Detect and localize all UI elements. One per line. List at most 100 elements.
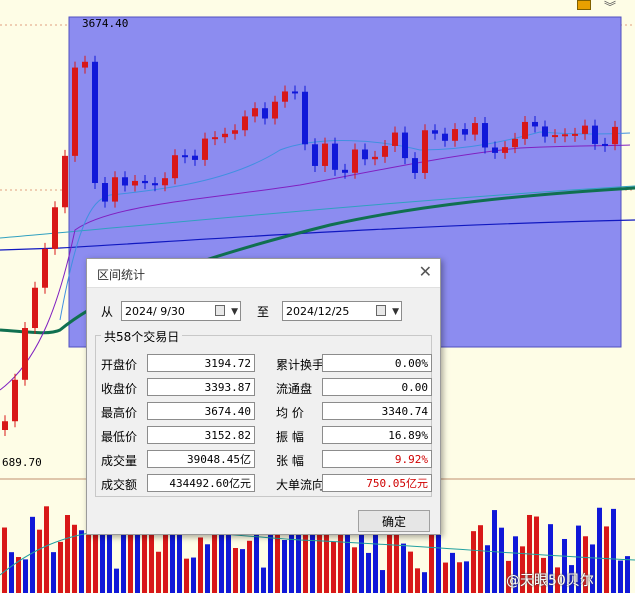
volume-bar [604, 526, 609, 593]
volume-bar [457, 562, 462, 593]
volume-bar [415, 568, 420, 593]
volume-bar [422, 572, 427, 593]
volume-bar [338, 531, 343, 593]
volume-bar [156, 551, 161, 593]
from-date-picker[interactable]: 2024/ 9/30 ▼ [121, 301, 241, 321]
volume-bar [611, 508, 616, 593]
stat-value-right: 16.89% [322, 426, 432, 444]
watermark: @天眼50贝尔 [506, 573, 594, 589]
volume-bar [408, 551, 413, 593]
stat-label-right: 振 幅 [276, 430, 304, 444]
stat-label-right: 均 价 [276, 406, 304, 420]
from-date-value: 2024/ 9/30 [125, 305, 185, 318]
candle-body [172, 155, 178, 179]
volume-bar [597, 507, 602, 593]
candle-body [302, 91, 308, 145]
candle-body [552, 135, 558, 138]
volume-bar [450, 552, 455, 593]
candle-body [402, 132, 408, 159]
candle-body [412, 158, 418, 173]
volume-bar [485, 545, 490, 593]
volume-bar [212, 525, 217, 593]
volume-bar [275, 525, 280, 593]
candle-body [532, 121, 538, 127]
volume-bar [429, 528, 434, 593]
candle-body [42, 248, 48, 288]
ok-button[interactable]: 确定 [358, 510, 430, 532]
stat-value-left: 3393.87 [147, 378, 255, 396]
candle-body [252, 108, 258, 117]
candle-body [382, 145, 388, 157]
stat-value-left: 39048.45亿 [147, 450, 255, 468]
candle-body [112, 177, 118, 202]
toolbar-icon[interactable] [577, 0, 591, 10]
candle-body [282, 91, 288, 102]
stat-value-right: 9.92% [322, 450, 432, 468]
collapse-chevron-icon[interactable]: ︾ [604, 0, 616, 15]
candle-body [242, 116, 248, 131]
candle-body [292, 91, 298, 94]
calendar-icon[interactable] [376, 305, 386, 316]
dropdown-arrow-icon[interactable]: ▼ [392, 302, 399, 322]
volume-bar [51, 552, 56, 593]
candle-body [432, 130, 438, 134]
volume-bar [380, 570, 385, 593]
dialog-title: 区间统计 [97, 268, 146, 282]
candle-body [52, 207, 58, 249]
stat-value-right: 0.00% [322, 354, 432, 372]
candle-body [72, 67, 78, 156]
volume-bar [233, 548, 238, 593]
to-date-picker[interactable]: 2024/12/25 ▼ [282, 301, 402, 321]
candle-body [192, 155, 198, 160]
volume-bar [289, 532, 294, 593]
candle-body [232, 130, 238, 134]
close-icon[interactable]: ✕ [419, 262, 432, 281]
volume-bar [149, 530, 154, 593]
stat-label-left: 最低价 [101, 430, 138, 444]
volume-bar [79, 530, 84, 593]
stat-value-left: 3674.40 [147, 402, 255, 420]
candle-body [472, 123, 478, 135]
candle-body [592, 125, 598, 144]
calendar-icon[interactable] [215, 305, 225, 316]
volume-bar [184, 558, 189, 593]
candle-body [152, 183, 158, 186]
stat-label-left: 开盘价 [101, 358, 138, 372]
candle-body [132, 180, 138, 186]
volume-bar [205, 544, 210, 593]
volume-bar [618, 560, 623, 593]
volume-bar [30, 516, 35, 593]
candle-body [102, 183, 108, 202]
stat-label-right: 张 幅 [276, 454, 304, 468]
volume-bar [191, 557, 196, 593]
candle-body [502, 147, 508, 153]
candle-body [262, 108, 268, 119]
from-label: 从 [101, 305, 114, 319]
to-label: 至 [257, 305, 270, 319]
volume-bar [170, 528, 175, 593]
candle-body [122, 177, 128, 186]
candle-body [312, 144, 318, 166]
candle-body [522, 121, 528, 139]
candle-body [572, 133, 578, 136]
candle-body [392, 132, 398, 146]
volume-bar [471, 531, 476, 593]
candle-body [422, 130, 428, 173]
volume-bar [324, 533, 329, 593]
candle-body [512, 138, 518, 148]
candle-body [2, 421, 8, 430]
volume-bar [37, 529, 42, 593]
dialog-titlebar: 区间统计 ✕ [87, 259, 440, 288]
stat-label-right: 大单流向 [276, 478, 325, 492]
volume-bar [247, 540, 252, 593]
candle-body [202, 138, 208, 160]
volume-bar [254, 532, 259, 593]
volume-bar [2, 527, 7, 593]
dropdown-arrow-icon[interactable]: ▼ [231, 302, 238, 322]
candle-body [452, 129, 458, 141]
stat-label-left: 最高价 [101, 406, 138, 420]
candle-body [562, 134, 568, 137]
stat-label-right: 流通盘 [276, 382, 313, 396]
candle-body [612, 126, 618, 145]
volume-bar [72, 524, 77, 593]
